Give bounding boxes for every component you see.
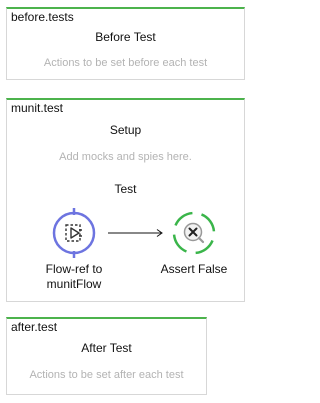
before-test-hint: Actions to be set before each test (43, 57, 208, 69)
before-test-heading: Before Test (95, 30, 156, 44)
flow-ref-label-line2: munitFlow (46, 277, 102, 291)
assert-false-component[interactable]: Assert False (149, 208, 239, 277)
after-test-heading: After Test (81, 341, 132, 355)
assert-false-icon (172, 211, 216, 255)
munit-test-title: munit.test (11, 101, 64, 115)
test-heading: Test (114, 182, 137, 196)
before-tests-title: before.tests (11, 10, 74, 24)
after-test-title: after.test (11, 320, 58, 334)
before-tests-panel[interactable]: before.tests Before Test Actions to be s… (6, 7, 245, 80)
after-test-hint: Actions to be set after each test (29, 369, 184, 381)
setup-heading: Setup (109, 123, 142, 137)
munit-test-panel[interactable]: munit.test Setup Add mocks and spies her… (6, 98, 245, 302)
flow-ref-label-line1: Flow-ref to (45, 262, 103, 276)
flow-reference-icon (52, 208, 96, 258)
assert-false-label: Assert False (160, 262, 228, 276)
after-test-panel[interactable]: after.test After Test Actions to be set … (6, 317, 207, 395)
setup-hint: Add mocks and spies here. (59, 151, 192, 163)
flow-ref-component[interactable]: Flow-ref to munitFlow (29, 208, 119, 292)
